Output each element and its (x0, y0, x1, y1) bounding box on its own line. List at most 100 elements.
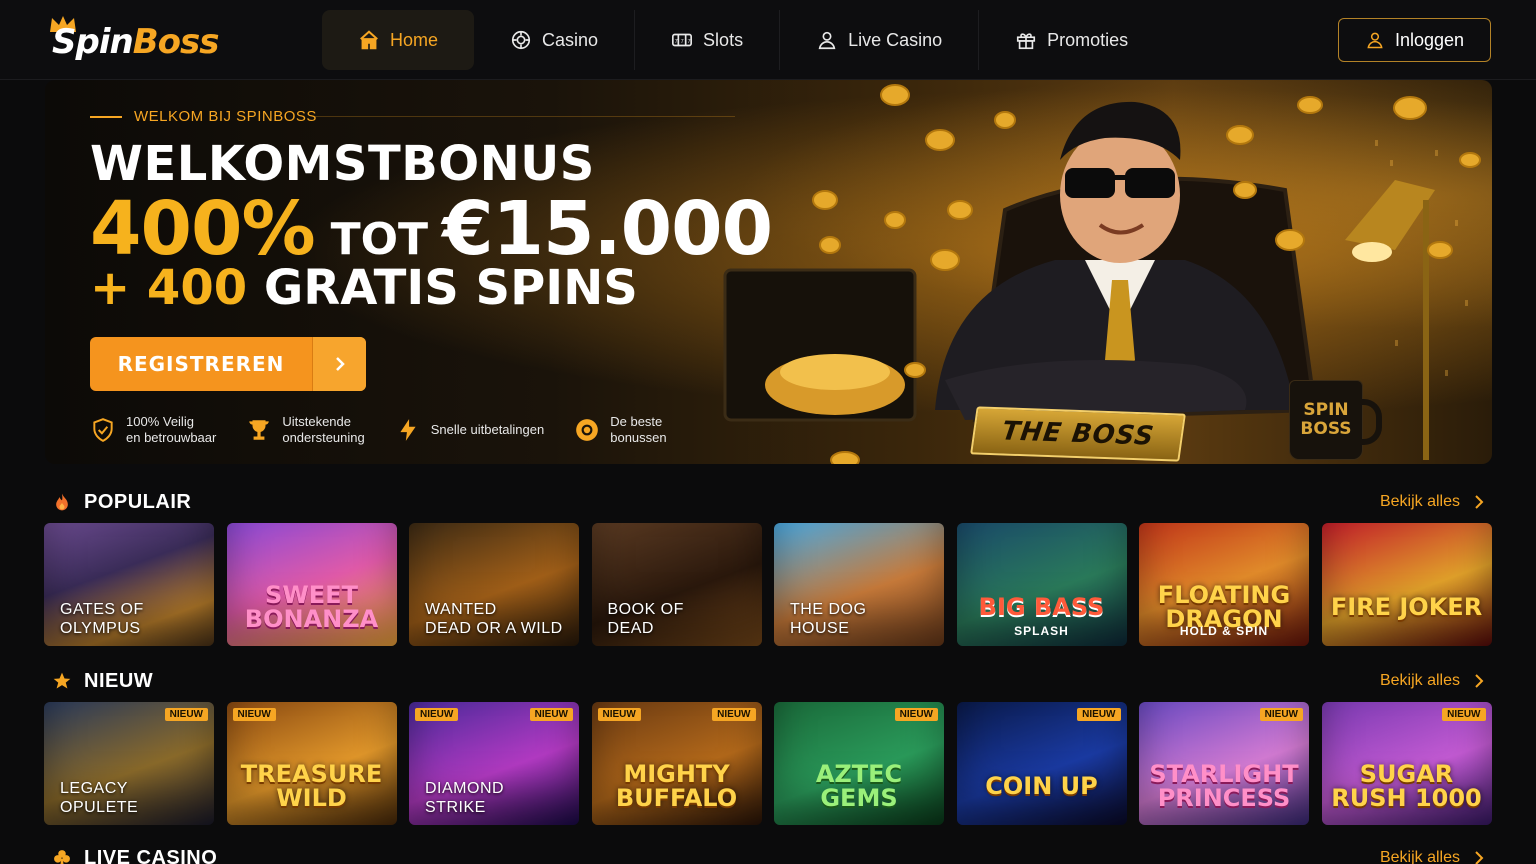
hero-eyebrow: WELKOM BIJ SPINBOSS (90, 108, 317, 125)
game-card-mighty-buffalo[interactable]: NIEUW NIEUW MIGHTY BUFFALO (591, 702, 762, 825)
game-overlay-line1: LEGACY (60, 780, 128, 797)
feature-secure: 100% Veilig en betrouwbaar (90, 414, 216, 446)
new-badge: NIEUW (1077, 708, 1121, 721)
nav-live-casino[interactable]: Live Casino (780, 10, 980, 70)
lightning-icon (400, 419, 416, 441)
login-label: Inloggen (1394, 29, 1465, 50)
live-casino-see-all-link[interactable]: Bekijk alles (1380, 849, 1484, 864)
user-icon (818, 31, 836, 50)
chevron-right-icon (1475, 674, 1484, 688)
game-overlay-line2: STRIKE (425, 799, 486, 816)
new-badge: NIEUW (712, 708, 756, 721)
register-label: REGISTREREN (117, 352, 285, 376)
game-overlay-line1: GATES OF (60, 601, 144, 618)
chevron-right-icon (1475, 495, 1484, 509)
nav-home-label: Home (390, 29, 439, 50)
game-title: MIGHTY BUFFALO (615, 759, 738, 812)
fire-icon (56, 493, 68, 511)
club-icon (54, 850, 70, 864)
slot-machine-icon: 777 (672, 33, 693, 47)
hero-free-spins: + 400 GRATIS SPINS (90, 260, 638, 316)
new-badge: NIEUW (164, 708, 208, 721)
brand-name-white: Spin (52, 22, 134, 62)
game-overlay-line1: DIAMOND (425, 780, 505, 797)
brand-logo[interactable]: SpinBoss (48, 14, 248, 64)
game-overlay-line1: BOOK OF (607, 601, 684, 618)
new-badge: NIEUW (529, 708, 573, 721)
nav-slots[interactable]: 777 Slots (635, 10, 781, 70)
new-badge: NIEUW (1442, 708, 1486, 721)
new-see-all-label: Bekijk alles (1379, 672, 1460, 689)
game-card-sweet-bonanza[interactable]: SWEET BONANZA (226, 523, 397, 646)
feature-best-bonus-line2: bonussen (610, 430, 667, 445)
register-button[interactable]: REGISTREREN (90, 337, 366, 391)
hero-banner[interactable]: WELKOM BIJ SPINBOSS WELKOMSTBONUS 400% TO… (45, 80, 1492, 464)
chevron-right-icon (1475, 851, 1484, 864)
shield-icon (93, 418, 113, 442)
nav-slots-label: Slots (703, 29, 744, 50)
nav-casino[interactable]: Casino (474, 10, 636, 70)
new-see-all-link[interactable]: Bekijk alles (1380, 672, 1484, 690)
the-boss-plaque: THE BOSS (970, 406, 1186, 462)
nav-casino-label: Casino (542, 29, 599, 50)
new-badge: NIEUW (415, 708, 459, 721)
game-subtitle: HOLD & SPIN (1179, 624, 1269, 638)
chevron-right-icon (312, 337, 366, 391)
feature-support-line1: Uitstekende (282, 414, 351, 429)
game-title: COIN UP (985, 771, 1098, 800)
feature-fast-payout: Snelle uitbetalingen (395, 414, 544, 446)
user-icon (1367, 32, 1383, 49)
feature-secure-line2: en betrouwbaar (126, 430, 217, 445)
game-overlay-line2: DEAD OR A WILD (425, 620, 563, 637)
game-overlay-line1: THE DOG (790, 601, 867, 618)
brand-name-accent: Boss (132, 22, 220, 62)
gift-icon (1017, 33, 1036, 50)
game-card-sugar-rush-1000[interactable]: NIEUW SUGAR RUSH 1000 (1321, 702, 1492, 825)
nav-promotions[interactable]: Promoties (979, 10, 1164, 70)
chip-icon (576, 419, 599, 441)
game-title: FIRE JOKER (1330, 592, 1483, 621)
game-card-book-of-dead[interactable]: BOOK OF DEAD (591, 523, 762, 646)
game-card-gates-of-olympus[interactable]: GATES OF OLYMPUS (44, 523, 214, 646)
spin-boss-mug: SPIN BOSS (1289, 380, 1382, 460)
new-section-header: NIEUW Bekijk alles (52, 667, 1484, 695)
game-title: AZTEC GEMS (815, 759, 903, 812)
popular-title: POPULAIR (84, 490, 192, 513)
new-badge: NIEUW (1259, 708, 1303, 721)
popular-games-row: GATES OF OLYMPUS SWEET BONANZA WANTED DEAD… (44, 523, 1492, 647)
nav-promotions-label: Promoties (1047, 29, 1129, 50)
nav-home[interactable]: Home (322, 10, 475, 70)
new-games-row: NIEUW LEGACY OPULETE NIEUW TREASURE WILD … (44, 702, 1492, 826)
star-icon (53, 672, 71, 689)
popular-see-all-link[interactable]: Bekijk alles (1380, 493, 1484, 511)
game-title: SUGAR RUSH 1000 (1331, 759, 1482, 812)
login-button[interactable]: Inloggen (1338, 18, 1491, 62)
hero-heading: WELKOMSTBONUS (90, 136, 595, 192)
game-card-coin-up[interactable]: NIEUW COIN UP (956, 702, 1127, 825)
game-card-fire-joker[interactable]: FIRE JOKER (1321, 523, 1492, 646)
live-casino-see-all-label: Bekijk alles (1379, 849, 1460, 864)
live-casino-title: LIVE CASINO (84, 846, 218, 864)
svg-text:7: 7 (681, 39, 684, 45)
home-icon (360, 30, 378, 50)
bonus-tot: TOT (330, 214, 429, 265)
game-card-floating-dragon[interactable]: FLOATING DRAGON HOLD & SPIN (1139, 523, 1309, 646)
game-card-big-bass-splash[interactable]: BIG BASS SPLASH (956, 523, 1127, 646)
popular-see-all-label: Bekijk alles (1379, 493, 1460, 510)
game-title: SWEET BONANZA (244, 580, 379, 633)
game-card-treasure-wild[interactable]: NIEUW TREASURE WILD (226, 702, 397, 825)
game-title: STARLIGHT PRINCESS (1149, 759, 1299, 812)
game-overlay-line2: DEAD (607, 620, 654, 637)
svg-text:7: 7 (675, 39, 678, 45)
game-card-diamond-strike[interactable]: NIEUW NIEUW DIAMOND STRIKE (409, 702, 579, 825)
new-badge: NIEUW (232, 708, 276, 721)
eyebrow-divider (315, 116, 735, 117)
game-card-legacy-opulete[interactable]: NIEUW LEGACY OPULETE (44, 702, 214, 825)
game-card-aztec-gems[interactable]: NIEUW AZTEC GEMS (774, 702, 944, 825)
main-nav: Home Casino 777 Slots Live Casino Promot… (322, 10, 1164, 70)
chip-icon (511, 30, 531, 50)
game-card-wanted-dead-or-a-wild[interactable]: WANTED DEAD OR A WILD (409, 523, 579, 646)
new-badge: NIEUW (894, 708, 938, 721)
game-card-starlight-princess[interactable]: NIEUW STARLIGHT PRINCESS (1139, 702, 1309, 825)
game-card-the-dog-house[interactable]: THE DOG HOUSE (774, 523, 944, 646)
